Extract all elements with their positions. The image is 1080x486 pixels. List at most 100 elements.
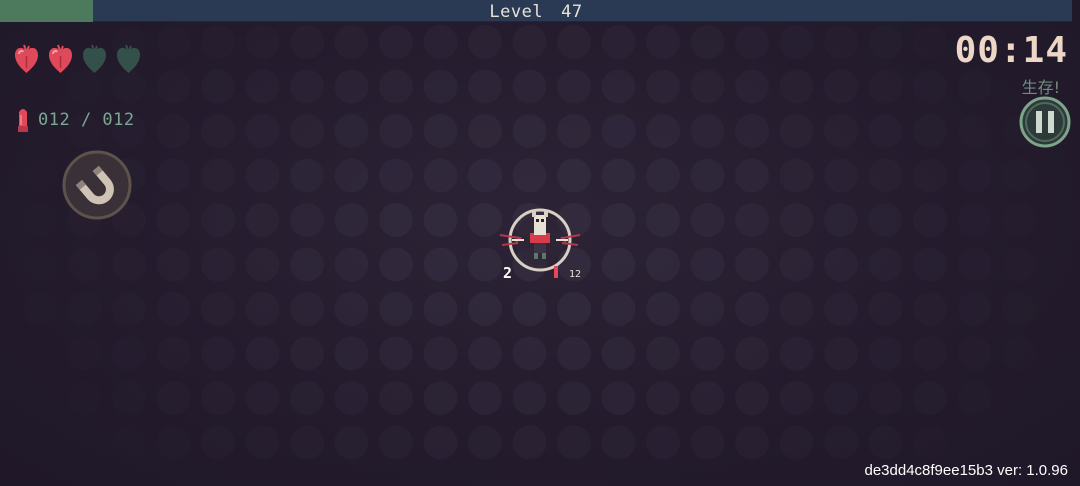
floor-dot (601, 69, 636, 104)
floor-dot (824, 247, 858, 282)
floor-dot (957, 381, 992, 415)
survival-timer: 00:14 (954, 30, 1068, 71)
floor-dot (201, 247, 235, 282)
floor-dot (201, 25, 235, 59)
floor-dot (868, 158, 903, 193)
floor-dot (512, 25, 547, 59)
magnet-button[interactable] (62, 150, 132, 220)
floor-dot (646, 247, 680, 282)
floor-dot (290, 203, 324, 237)
floor-dot (735, 425, 769, 460)
floor-dot (735, 247, 769, 282)
floor-dot (245, 247, 280, 282)
floor-dot (334, 158, 369, 193)
floor-dot (67, 336, 102, 371)
player-bullet-icon (554, 266, 558, 278)
floor-dot (913, 292, 947, 326)
floor-dot (601, 25, 636, 59)
floor-dot (23, 292, 57, 326)
floor-dot (690, 158, 725, 193)
floor-dot (779, 247, 814, 282)
floor-dot (646, 25, 680, 59)
floor-dot (601, 247, 636, 282)
floor-dot (1002, 336, 1036, 371)
floor-dot (868, 69, 903, 104)
floor-dot (334, 292, 369, 326)
floor-dot (957, 114, 992, 148)
floor-dot (957, 203, 992, 237)
floor-dot (779, 336, 814, 371)
floor-dot (512, 425, 547, 460)
floor-dot (913, 247, 947, 282)
floor-dot (379, 114, 413, 148)
floor-dot (379, 292, 413, 326)
floor-dot (67, 292, 102, 326)
floor-dot (824, 69, 858, 104)
floor-dot (913, 114, 947, 148)
floor-dot (779, 114, 814, 148)
floor-dot (735, 114, 769, 148)
floor-dot (468, 69, 502, 104)
floor-dot (245, 381, 280, 415)
pause-button[interactable] (1019, 96, 1071, 148)
floor-dot (690, 114, 725, 148)
floor-dot (290, 247, 324, 282)
floor-dot (646, 292, 680, 326)
floor-dot (735, 158, 769, 193)
floor-dot (112, 336, 146, 371)
floor-dot (290, 25, 324, 59)
floor-dot (779, 158, 814, 193)
floor-dot (201, 292, 235, 326)
floor-dot (824, 381, 858, 415)
floor-dot (779, 25, 814, 59)
floor-dot (1002, 247, 1036, 282)
floor-dot (690, 25, 725, 59)
floor-dot (868, 25, 903, 59)
floor-dot (201, 425, 235, 460)
floor-dot (423, 69, 458, 104)
floor-dot (646, 158, 680, 193)
floor-dot (557, 114, 591, 148)
game-canvas[interactable]: Level 47 012 / 012 00:14 生存! 2 12 de3dd4… (0, 0, 1080, 486)
floor-dot (868, 203, 903, 237)
floor-dot (824, 203, 858, 237)
floor-dot (334, 336, 369, 371)
floor-dot (646, 114, 680, 148)
floor-dot (957, 158, 992, 193)
floor-dot (156, 25, 191, 59)
player-level-number: 2 (503, 264, 513, 282)
floor-dot (557, 425, 591, 460)
floor-dot (646, 381, 680, 415)
floor-dot (23, 203, 57, 237)
floor-dot (290, 69, 324, 104)
floor-dot (1002, 158, 1036, 193)
floor-dot (379, 25, 413, 59)
floor-dot (468, 292, 502, 326)
objective-label: 生存! (1021, 78, 1060, 97)
floor-dot (468, 425, 502, 460)
floor-dot (868, 425, 903, 460)
floor-dot (779, 203, 814, 237)
floor-dot (290, 292, 324, 326)
heart-empty-icon (83, 44, 106, 73)
floor-dot (245, 336, 280, 371)
floor-dot (423, 247, 458, 282)
floor-dot (423, 292, 458, 326)
floor-dot (379, 158, 413, 193)
floor-dot (512, 114, 547, 148)
floor-dot (512, 381, 547, 415)
level-progress-bar: Level 47 (0, 0, 1072, 22)
floor-dot (156, 158, 191, 193)
floor-dot (512, 69, 547, 104)
floor-dot (690, 381, 725, 415)
heart-full-icon (15, 44, 38, 73)
floor-dot (557, 69, 591, 104)
floor-dot (512, 336, 547, 371)
floor-dot (913, 69, 947, 104)
floor-dot (379, 336, 413, 371)
floor-dot (735, 69, 769, 104)
floor-dot (423, 381, 458, 415)
floor-dot (913, 25, 947, 59)
floor-dot (423, 158, 458, 193)
floor-dot (201, 336, 235, 371)
